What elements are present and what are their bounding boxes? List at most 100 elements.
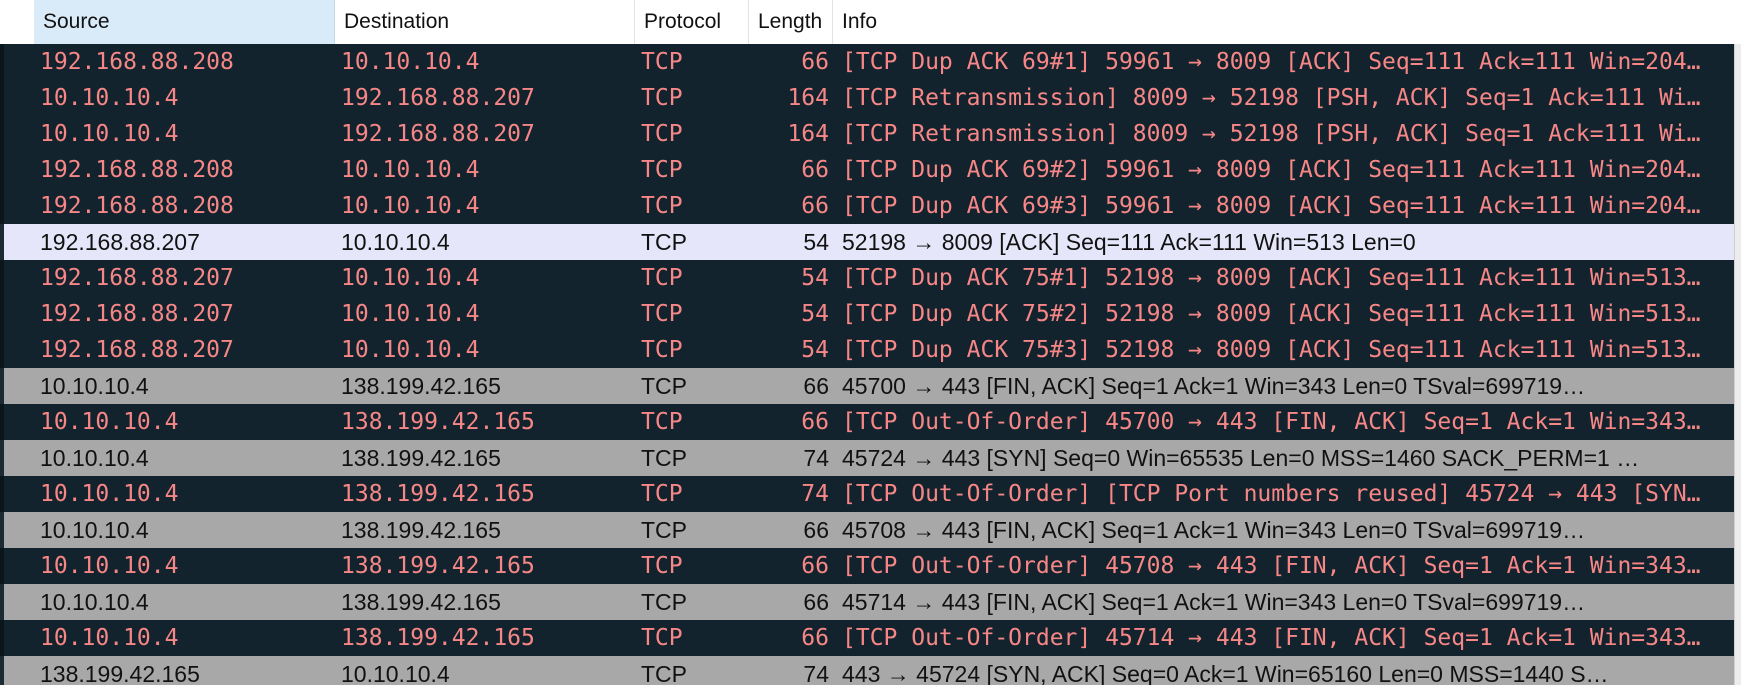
cell-length: 54	[801, 265, 829, 291]
cell-destination: 192.168.88.207	[341, 121, 535, 147]
cell-info: 45708 → 443 [FIN, ACK] Seq=1 Ack=1 Win=3…	[842, 517, 1586, 543]
packet-row[interactable]: 10.10.10.4 192.168.88.207 TCP 164 [TCP Retra…	[0, 80, 1741, 116]
cell-info: [TCP Out-Of-Order] 45708 → 443 [FIN, ACK…	[842, 553, 1701, 579]
cell-info: 52198 → 8009 [ACK] Seq=111 Ack=111 Win=5…	[842, 229, 1416, 255]
cell-info: 443 → 45724 [SYN, ACK] Seq=0 Ack=1 Win=6…	[842, 661, 1609, 685]
column-header-destination[interactable]: Destination	[335, 0, 635, 44]
cell-info: [TCP Dup ACK 75#2] 52198 → 8009 [ACK] Se…	[842, 301, 1701, 327]
cell-protocol: TCP	[641, 445, 687, 471]
cell-destination: 10.10.10.4	[341, 337, 480, 363]
cell-source: 192.168.88.208	[40, 49, 234, 75]
packet-row[interactable]: 192.168.88.207 10.10.10.4 TCP 54 52198 → 800…	[0, 224, 1741, 260]
cell-protocol: TCP	[641, 373, 687, 399]
cell-source: 10.10.10.4	[40, 85, 179, 111]
cell-length: 164	[787, 85, 829, 111]
cell-source: 192.168.88.207	[40, 265, 234, 291]
cell-source: 10.10.10.4	[40, 589, 149, 615]
packet-row[interactable]: 10.10.10.4 138.199.42.165 TCP 74 45724 → 443…	[0, 440, 1741, 476]
packet-row[interactable]: 10.10.10.4 192.168.88.207 TCP 164 [TCP Retra…	[0, 116, 1741, 152]
row-gutter	[0, 224, 4, 260]
cell-source: 10.10.10.4	[40, 625, 179, 651]
column-header-length[interactable]: Length	[749, 0, 833, 44]
cell-length: 164	[787, 121, 829, 147]
cell-protocol: TCP	[641, 301, 683, 327]
cell-length: 66	[803, 589, 829, 615]
packet-row[interactable]: 138.199.42.165 10.10.10.4 TCP 74 443 → 45724…	[0, 656, 1741, 685]
cell-destination: 138.199.42.165	[341, 517, 501, 543]
packet-row[interactable]: 192.168.88.207 10.10.10.4 TCP 54 [TCP Dup AC…	[0, 332, 1741, 368]
packet-list-header: Source Destination Protocol Length Info	[0, 0, 1741, 45]
packet-row[interactable]: 192.168.88.208 10.10.10.4 TCP 66 [TCP Dup AC…	[0, 152, 1741, 188]
packet-row[interactable]: 10.10.10.4 138.199.42.165 TCP 66 [TCP Out-Of…	[0, 620, 1741, 656]
cell-destination: 10.10.10.4	[341, 265, 480, 291]
column-header-source[interactable]: Source	[34, 0, 335, 44]
cell-protocol: TCP	[641, 193, 683, 219]
packet-row[interactable]: 10.10.10.4 138.199.42.165 TCP 66 45708 → 443…	[0, 512, 1741, 548]
vertical-scrollbar[interactable]	[1734, 44, 1741, 685]
cell-protocol: TCP	[641, 49, 683, 75]
row-gutter	[0, 368, 4, 404]
row-gutter	[0, 476, 4, 512]
cell-destination: 138.199.42.165	[341, 373, 501, 399]
cell-length: 66	[801, 409, 829, 435]
packet-rows: 192.168.88.208 10.10.10.4 TCP 66 [TCP Dup AC…	[0, 44, 1741, 685]
cell-protocol: TCP	[641, 85, 683, 111]
cell-destination: 10.10.10.4	[341, 301, 480, 327]
packet-row[interactable]: 192.168.88.208 10.10.10.4 TCP 66 [TCP Dup AC…	[0, 188, 1741, 224]
column-header-protocol[interactable]: Protocol	[635, 0, 749, 44]
cell-destination: 138.199.42.165	[341, 553, 535, 579]
packet-row[interactable]: 192.168.88.208 10.10.10.4 TCP 66 [TCP Dup AC…	[0, 44, 1741, 80]
cell-protocol: TCP	[641, 625, 683, 651]
row-gutter	[0, 620, 4, 656]
row-gutter	[0, 116, 4, 152]
cell-info: [TCP Dup ACK 75#3] 52198 → 8009 [ACK] Se…	[842, 337, 1701, 363]
packet-row[interactable]: 192.168.88.207 10.10.10.4 TCP 54 [TCP Dup AC…	[0, 296, 1741, 332]
cell-source: 10.10.10.4	[40, 517, 149, 543]
row-gutter	[0, 152, 4, 188]
cell-info: [TCP Out-Of-Order] [TCP Port numbers reu…	[842, 481, 1701, 507]
cell-protocol: TCP	[641, 157, 683, 183]
row-gutter	[0, 332, 4, 368]
cell-info: [TCP Dup ACK 69#3] 59961 → 8009 [ACK] Se…	[842, 193, 1701, 219]
cell-destination: 10.10.10.4	[341, 157, 480, 183]
packet-row[interactable]: 10.10.10.4 138.199.42.165 TCP 66 [TCP Out-Of…	[0, 404, 1741, 440]
row-gutter	[0, 440, 4, 476]
row-gutter	[0, 512, 4, 548]
cell-protocol: TCP	[641, 229, 687, 255]
cell-protocol: TCP	[641, 481, 683, 507]
packet-row[interactable]: 10.10.10.4 138.199.42.165 TCP 66 45714 → 443…	[0, 584, 1741, 620]
row-gutter	[0, 44, 4, 80]
cell-source: 10.10.10.4	[40, 121, 179, 147]
packet-row[interactable]: 10.10.10.4 138.199.42.165 TCP 74 [TCP Out-Of…	[0, 476, 1741, 512]
cell-protocol: TCP	[641, 265, 683, 291]
cell-length: 74	[801, 481, 829, 507]
row-gutter	[0, 80, 4, 116]
cell-length: 66	[803, 517, 829, 543]
cell-source: 192.168.88.207	[40, 337, 234, 363]
packet-row[interactable]: 192.168.88.207 10.10.10.4 TCP 54 [TCP Dup AC…	[0, 260, 1741, 296]
column-header-info[interactable]: Info	[833, 0, 1741, 44]
cell-info: 45724 → 443 [SYN] Seq=0 Win=65535 Len=0 …	[842, 445, 1640, 471]
cell-source: 192.168.88.207	[40, 301, 234, 327]
cell-length: 54	[801, 337, 829, 363]
cell-info: [TCP Dup ACK 69#2] 59961 → 8009 [ACK] Se…	[842, 157, 1701, 183]
packet-row[interactable]: 10.10.10.4 138.199.42.165 TCP 66 45700 → 443…	[0, 368, 1741, 404]
cell-info: 45700 → 443 [FIN, ACK] Seq=1 Ack=1 Win=3…	[842, 373, 1586, 399]
cell-length: 66	[801, 625, 829, 651]
cell-source: 10.10.10.4	[40, 553, 179, 579]
cell-length: 54	[801, 301, 829, 327]
cell-source: 192.168.88.208	[40, 193, 234, 219]
row-gutter	[0, 260, 4, 296]
row-gutter	[0, 584, 4, 620]
cell-destination: 138.199.42.165	[341, 481, 535, 507]
cell-info: [TCP Dup ACK 69#1] 59961 → 8009 [ACK] Se…	[842, 49, 1701, 75]
cell-destination: 10.10.10.4	[341, 193, 480, 219]
row-gutter	[0, 404, 4, 440]
cell-length: 74	[803, 661, 829, 685]
cell-length: 66	[801, 193, 829, 219]
packet-row[interactable]: 10.10.10.4 138.199.42.165 TCP 66 [TCP Out-Of…	[0, 548, 1741, 584]
cell-length: 66	[801, 49, 829, 75]
cell-source: 10.10.10.4	[40, 481, 179, 507]
cell-source: 138.199.42.165	[40, 661, 200, 685]
cell-source: 10.10.10.4	[40, 409, 179, 435]
